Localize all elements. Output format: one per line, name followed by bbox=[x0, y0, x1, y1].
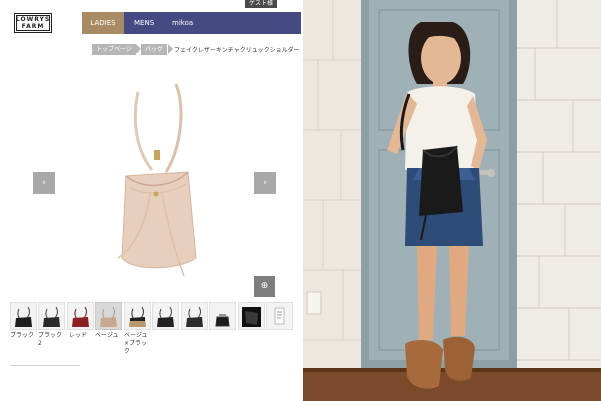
bag-thumbnail bbox=[186, 306, 203, 327]
brand-logo[interactable]: LOWRYS FARM bbox=[14, 13, 52, 33]
product-title: フェイクレザーキンチャクリュックショルダー bbox=[174, 47, 300, 54]
variant-label-beige-black: ベージュ×ブラック bbox=[124, 332, 148, 355]
variant-thumb-beige[interactable] bbox=[95, 302, 122, 330]
bag-thumbnail bbox=[72, 306, 89, 327]
bag-thumbnail bbox=[215, 314, 230, 327]
model-photo bbox=[303, 0, 601, 401]
magnifier-plus-icon: ⊕ bbox=[260, 281, 269, 291]
variant-label-black2: ブラック2 bbox=[38, 332, 63, 347]
variant-label-red: レッド bbox=[69, 332, 88, 339]
variant-thumb-8[interactable] bbox=[209, 302, 236, 330]
variant-thumb-9[interactable] bbox=[238, 302, 265, 330]
variant-thumb-red[interactable] bbox=[67, 302, 94, 330]
variant-thumb-10[interactable] bbox=[266, 302, 293, 330]
variant-thumb-black[interactable] bbox=[10, 302, 37, 330]
tag-thumbnail bbox=[274, 307, 285, 325]
bag-thumbnail bbox=[157, 306, 174, 327]
tab-ladies[interactable]: LADIES bbox=[82, 12, 124, 34]
bag-thumbnail bbox=[242, 307, 261, 327]
bag-thumbnail bbox=[15, 306, 32, 327]
variant-label-black: ブラック bbox=[10, 332, 35, 339]
variant-thumb-7[interactable] bbox=[181, 302, 208, 330]
bag-thumbnail bbox=[100, 306, 117, 327]
zoom-button[interactable]: ⊕ bbox=[254, 276, 275, 297]
chevron-left-icon: ‹ bbox=[42, 178, 46, 188]
chevron-right-icon: › bbox=[263, 178, 267, 188]
prev-image-button[interactable]: ‹ bbox=[33, 172, 55, 194]
tab-mens[interactable]: MENS bbox=[134, 12, 154, 34]
bag-thumbnail bbox=[43, 306, 60, 327]
color-variant-list: ブラック ブラック2 レッド ベージュ ベージュ×ブラック bbox=[10, 302, 293, 362]
breadcrumb-bag[interactable]: バッグ bbox=[141, 44, 168, 55]
variant-label-beige: ベージュ bbox=[95, 332, 119, 339]
tab-mikoa[interactable]: mikoa bbox=[172, 12, 193, 34]
product-page: ゲスト様 LOWRYS FARM LADIES MENS mikoa トップペー… bbox=[0, 0, 301, 401]
bag-thumbnail bbox=[129, 306, 146, 327]
variant-thumb-black2[interactable] bbox=[38, 302, 65, 330]
variant-thumb-6[interactable] bbox=[152, 302, 179, 330]
category-nav: LADIES MENS mikoa bbox=[82, 12, 301, 34]
variant-thumb-beige-black[interactable] bbox=[124, 302, 151, 330]
top-strip: ゲスト様 bbox=[0, 0, 301, 10]
guest-label[interactable]: ゲスト様 bbox=[244, 0, 277, 8]
logo-line1: LOWRYS bbox=[15, 16, 51, 23]
breadcrumb-separator bbox=[168, 44, 173, 54]
breadcrumb-top[interactable]: トップページ bbox=[92, 44, 136, 55]
product-image bbox=[117, 83, 197, 277]
next-image-button[interactable]: › bbox=[254, 172, 276, 194]
logo-line2: FARM bbox=[21, 23, 45, 30]
section-underline bbox=[10, 365, 80, 366]
